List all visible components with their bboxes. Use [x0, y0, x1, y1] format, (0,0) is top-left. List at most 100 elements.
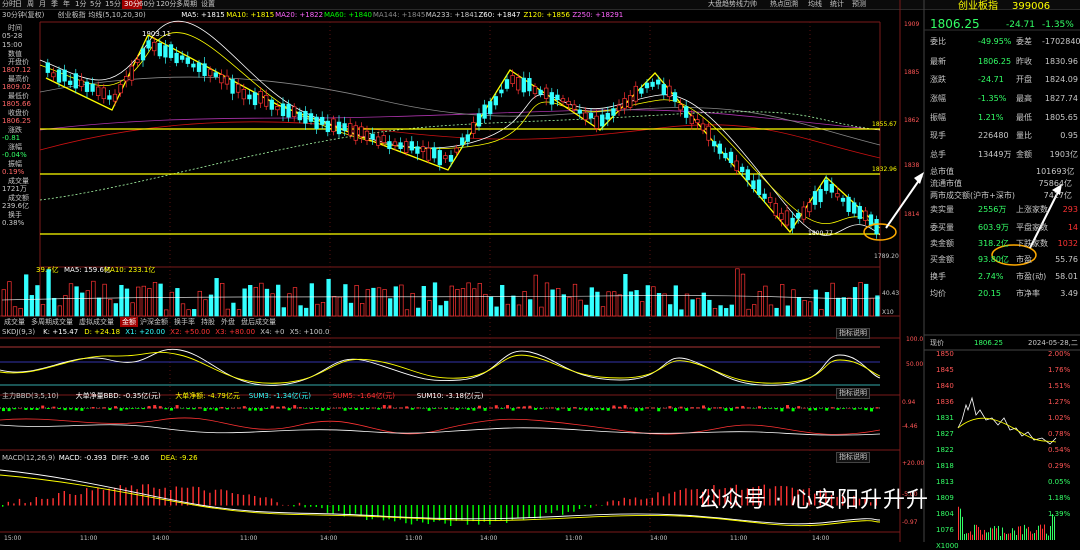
volume-tab-4[interactable]: 沪深金额: [140, 317, 168, 327]
volume-bar: [746, 308, 751, 317]
candle-body: [824, 179, 829, 191]
volume-bar: [701, 292, 706, 317]
bbd-bar: [730, 408, 733, 411]
macd-bar: [354, 505, 357, 514]
watermark-text: 公众号 · 心安阳升升升: [698, 488, 929, 513]
quote-label2-13: 市盈: [1016, 255, 1032, 264]
candle-body: [633, 85, 638, 102]
quote-label-0: 委比: [930, 37, 946, 46]
time-axis-label: 14:00: [320, 535, 337, 542]
candle-body: [96, 86, 101, 96]
bbd-explain-button[interactable]: 指标说明: [836, 388, 870, 399]
volume-bar: [326, 278, 331, 317]
volume-bar: [421, 286, 426, 317]
volume-bar: [813, 289, 818, 317]
volume-bar: [444, 300, 449, 317]
bbd-bar: [259, 408, 263, 411]
macd-bar: [63, 490, 65, 506]
bbd-bar: [562, 407, 565, 409]
macd-bar: [623, 497, 625, 506]
candle-body: [342, 123, 347, 131]
volume-tab-3[interactable]: 金额: [120, 317, 138, 327]
volume-bar: [29, 295, 34, 317]
candle-body: [790, 217, 795, 229]
bbd-bar: [623, 405, 627, 409]
macd-bar: [405, 505, 407, 524]
bbd-bar: [567, 408, 571, 411]
volume-bar: [696, 297, 701, 317]
candle-body: [544, 87, 549, 99]
candle-body: [124, 76, 129, 82]
volume-bar: [108, 298, 113, 317]
volume-bar: [606, 291, 611, 317]
macd-bar: [259, 497, 261, 506]
macd-bar: [578, 505, 581, 510]
macd-bar: [422, 505, 424, 523]
volume-tab-0[interactable]: 成交量: [4, 317, 25, 327]
volume-axis: 40.43: [882, 290, 899, 297]
bbd-bar: [237, 407, 241, 409]
macd-bar: [338, 505, 340, 512]
candle-body: [224, 75, 230, 85]
quote-value-14: 2.74%: [978, 272, 1004, 281]
mini-axis-left-11: 1076: [936, 526, 954, 534]
mini-chart-label: 现价: [930, 339, 944, 347]
macd-bar: [511, 505, 513, 520]
macd-bar: [377, 505, 379, 518]
macd-bar: [349, 505, 351, 515]
bbd-bar: [58, 408, 61, 410]
volume-bar: [1, 289, 6, 317]
candle-body: [90, 83, 95, 92]
bbd-bar: [545, 407, 549, 409]
candle-body: [409, 141, 414, 151]
macd-bar: [500, 505, 502, 521]
volume-bar: [85, 290, 90, 317]
volume-bar: [684, 293, 690, 317]
volume-bar: [449, 285, 454, 317]
bbd-bar: [394, 407, 397, 409]
volume-bar: [836, 297, 841, 317]
bbd-bar: [220, 406, 224, 409]
mini-axis-right-8: 0.05%: [1048, 478, 1071, 486]
mini-axis-right-6: 0.54%: [1048, 446, 1071, 454]
bbd-bar: [242, 406, 246, 409]
candle-body: [348, 123, 353, 136]
volume-tab-8[interactable]: 盘后成交量: [241, 317, 276, 327]
volume-tab-1[interactable]: 多周期成交量: [31, 317, 73, 327]
macd-bar: [7, 501, 9, 506]
macd-bar: [326, 505, 329, 513]
macd-bar: [276, 502, 278, 506]
volume-tab-5[interactable]: 换手率: [174, 317, 195, 327]
volume-bar: [231, 302, 236, 317]
candle-body: [499, 89, 504, 94]
bbd-item: SUM3: -1.34亿(元): [249, 391, 311, 400]
bbd-item: SUM5: -1.64亿(元): [333, 391, 395, 400]
volume-bar: [164, 309, 169, 317]
volume-bar: [18, 307, 23, 317]
bbd-bar: [63, 408, 67, 411]
mini-axis-left-2: 1840: [936, 382, 954, 390]
mini-axis-left-8: 1813: [936, 478, 954, 486]
bbd-bar: [511, 408, 515, 411]
volume-bar: [253, 286, 258, 317]
macd-bar: [74, 494, 77, 506]
macd-bar: [321, 505, 323, 509]
candle-body: [84, 81, 90, 92]
bbd-bar: [349, 408, 353, 410]
candle-body: [801, 206, 806, 220]
volume-tab-2[interactable]: 虚拟成交量: [79, 317, 114, 327]
skdj-explain-button[interactable]: 指标说明: [836, 328, 870, 339]
candle-body: [622, 98, 627, 109]
macd-bar: [657, 492, 659, 506]
bbd-bar: [718, 407, 722, 409]
volume-tab-6[interactable]: 持股: [201, 317, 215, 327]
macd-explain-button[interactable]: 指标说明: [836, 452, 870, 463]
candle-body: [516, 77, 521, 91]
quote-label2-4: 最低: [1016, 113, 1032, 122]
volume-bar: [673, 285, 678, 317]
volume-bar: [712, 308, 718, 317]
volume-bar: [12, 306, 18, 317]
quote-label-14: 换手: [930, 272, 946, 281]
mini-axis-left-1: 1845: [936, 366, 954, 374]
volume-tab-7[interactable]: 外盘: [221, 317, 235, 327]
